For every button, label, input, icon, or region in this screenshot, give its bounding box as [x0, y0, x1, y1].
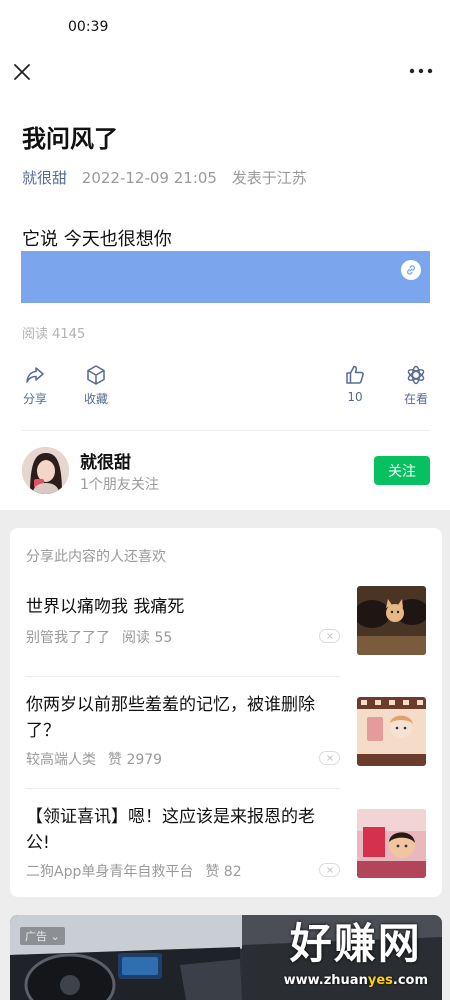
- share-button[interactable]: 分享: [12, 363, 58, 407]
- rec-title: 你两岁以前那些羞羞的记忆，被谁删除了？: [26, 695, 315, 741]
- recommendations-card: 分享此内容的人还喜欢 世界以痛吻我 我痛死 别管我了了了 阅读 55 你两岁以前那…: [10, 528, 442, 897]
- rec-source: 别管我了了了: [26, 630, 110, 646]
- rec-source: 较高端人类: [26, 752, 96, 768]
- rec-title: 【领证喜讯】嗯！这应该是来报恩的老公!: [26, 807, 315, 853]
- follow-button[interactable]: 关注: [374, 456, 430, 485]
- article-meta: 就很甜 2022-12-09 21:05 发表于江苏: [22, 167, 307, 188]
- close-icon[interactable]: [10, 60, 34, 84]
- watermark: 好赚网 www.zhuanyes.com: [284, 915, 428, 989]
- dismiss-icon[interactable]: [319, 863, 340, 877]
- author-link[interactable]: 就很甜: [22, 169, 67, 187]
- like-count: 10: [347, 390, 363, 404]
- watching-label: 在看: [403, 392, 428, 406]
- rec-source: 二狗App单身青年自救平台: [26, 864, 194, 880]
- collect-label: 收藏: [83, 392, 108, 406]
- thumbs-up-icon: [346, 365, 364, 384]
- status-time: 00:39: [68, 19, 109, 35]
- share-icon: [26, 367, 44, 383]
- publish-date: 2022-12-09 21:05: [81, 169, 217, 187]
- watermark-url-a: www.zhuan: [283, 973, 368, 988]
- profile-subtitle: 1个朋友关注: [80, 477, 159, 493]
- watching-button[interactable]: 在看: [393, 363, 439, 407]
- rec-title: 世界以痛吻我 我痛死: [26, 597, 185, 617]
- ad-tag[interactable]: 广告 ⌄: [20, 927, 65, 945]
- avatar[interactable]: [22, 447, 69, 494]
- publish-location: 发表于江苏: [231, 169, 307, 187]
- article-page: 00:39 我问风了 就很甜 2022-12-09 21:05 发表于江苏 它说…: [0, 0, 450, 510]
- rec-stat: 阅读 55: [122, 630, 173, 646]
- divider: [26, 676, 340, 677]
- rec-meta: 二狗App单身青年自救平台赞 82: [26, 861, 242, 881]
- ad-tag-label: 广告: [25, 930, 47, 943]
- ad-banner[interactable]: 广告 ⌄ 好赚网 www.zhuanyes.com: [10, 915, 442, 1000]
- rec-meta: 较高端人类赞 2979: [26, 749, 162, 769]
- divider: [26, 788, 340, 789]
- collect-button[interactable]: 收藏: [73, 363, 119, 407]
- thumbnail-image: [357, 697, 426, 766]
- dismiss-icon[interactable]: [319, 751, 340, 765]
- rec-stat: 赞 82: [205, 864, 242, 880]
- watermark-url-c: .com: [392, 973, 428, 988]
- cube-icon: [87, 365, 105, 385]
- watermark-url-b: yes: [367, 973, 393, 988]
- dismiss-icon[interactable]: [319, 629, 340, 643]
- divider: [22, 430, 430, 431]
- like-button[interactable]: 10: [332, 363, 378, 404]
- flower-icon: [407, 365, 425, 385]
- thumbnail-image: [357, 809, 426, 878]
- watermark-text: 好赚网: [289, 919, 422, 968]
- profile-name[interactable]: 就很甜: [80, 448, 131, 473]
- watermark-url: www.zhuanyes.com: [284, 973, 428, 989]
- read-count: 阅读 4145: [22, 327, 86, 342]
- thumbnail-image: [357, 586, 426, 655]
- rec-stat: 赞 2979: [108, 752, 163, 768]
- recommendations-title: 分享此内容的人还喜欢: [26, 549, 166, 565]
- share-label: 分享: [22, 392, 47, 406]
- article-body: 它说 今天也很想你: [22, 229, 172, 250]
- link-card[interactable]: [21, 251, 430, 303]
- more-icon[interactable]: [408, 62, 434, 80]
- link-icon: [401, 260, 421, 280]
- rec-meta: 别管我了了了 阅读 55: [26, 627, 172, 647]
- article-title: 我问风了: [22, 125, 118, 153]
